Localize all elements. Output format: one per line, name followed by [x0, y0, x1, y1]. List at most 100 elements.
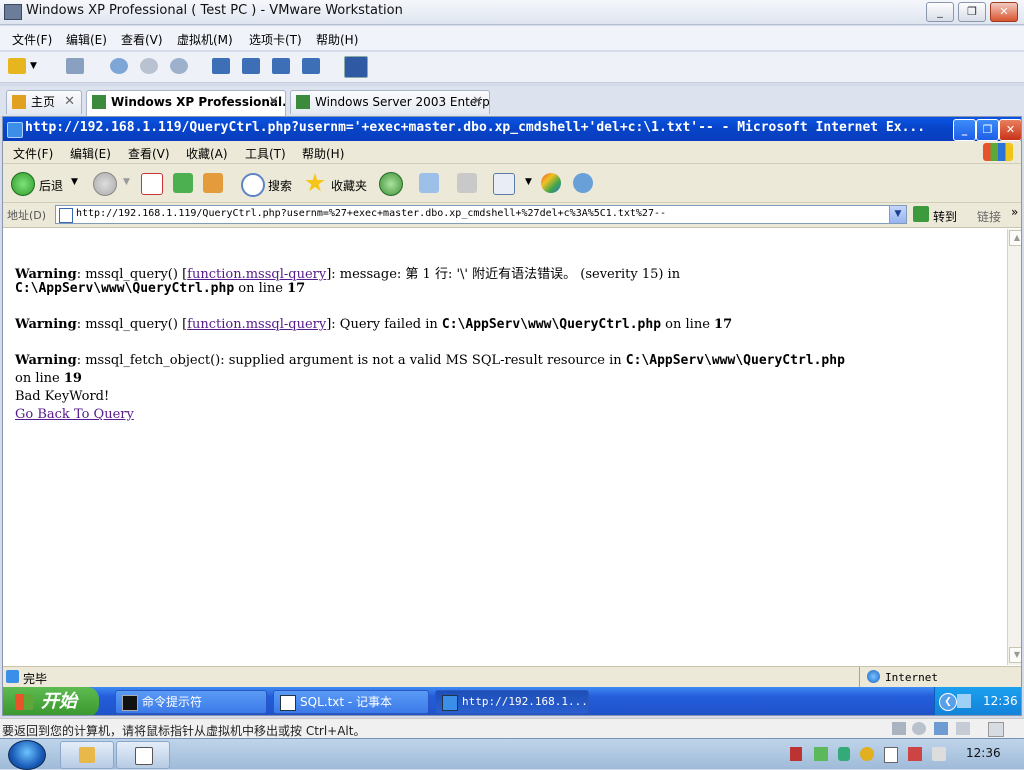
edit-dropdown-icon[interactable]: ▼: [525, 177, 532, 187]
edit-icon[interactable]: [493, 173, 515, 195]
windows-start-orb-icon[interactable]: [8, 740, 46, 770]
guest-screen[interactable]: http://192.168.1.119/QueryCtrl.php?usern…: [2, 116, 1022, 716]
vm-icon: [92, 95, 106, 109]
tab-home[interactable]: 主页 ✕: [6, 90, 82, 114]
usb-icon[interactable]: [956, 722, 970, 735]
usb-tray-icon[interactable]: [884, 747, 898, 763]
function-link[interactable]: function.mssql-query: [187, 317, 326, 332]
menu-file[interactable]: 文件(F): [12, 31, 52, 48]
search-icon[interactable]: [241, 173, 265, 197]
vm-icon: [296, 95, 310, 109]
warning-line-3b: on line 19: [15, 371, 82, 386]
back-button-label[interactable]: 后退: [39, 177, 63, 194]
sidebar-icon[interactable]: [212, 58, 230, 74]
tray-app-icon[interactable]: [814, 747, 828, 761]
links-button[interactable]: 链接: [977, 208, 1001, 225]
minimize-button[interactable]: _: [926, 2, 954, 22]
favorites-star-icon[interactable]: [305, 173, 325, 192]
task-notepad[interactable]: SQL.txt - 记事本: [273, 690, 429, 714]
favorites-button-label[interactable]: 收藏夹: [331, 177, 367, 194]
menu-view[interactable]: 查看(V): [121, 31, 163, 48]
home-icon[interactable]: [203, 173, 223, 193]
tab-windows-xp[interactable]: Windows XP Professional... ✕: [86, 90, 286, 116]
function-link[interactable]: function.mssql-query: [187, 267, 326, 282]
menu-vm[interactable]: 虚拟机(M): [177, 31, 233, 48]
address-input[interactable]: http://192.168.1.119/QueryCtrl.php?usern…: [55, 205, 907, 224]
close-tab-icon[interactable]: ✕: [64, 91, 75, 113]
ie-minimize-button[interactable]: _: [953, 119, 976, 141]
vmware-toolbar: ▼: [0, 52, 1024, 83]
search-button-label[interactable]: 搜索: [268, 177, 292, 194]
home-icon: [12, 95, 26, 109]
address-dropdown-icon[interactable]: ▼: [889, 206, 906, 223]
tray-app-icon[interactable]: [860, 747, 874, 761]
revert-snapshot-icon[interactable]: [140, 58, 158, 74]
vertical-scrollbar[interactable]: ▲ ▼: [1007, 229, 1021, 665]
cdrom-icon[interactable]: [912, 722, 926, 735]
messenger-icon[interactable]: [541, 173, 561, 193]
stop-icon[interactable]: [141, 173, 163, 195]
volume-icon[interactable]: [932, 747, 946, 761]
vmware-tab-bar: 主页 ✕ Windows XP Professional... ✕ Window…: [0, 86, 1024, 116]
history-icon[interactable]: [379, 172, 403, 196]
back-dropdown-icon[interactable]: ▼: [71, 177, 78, 187]
refresh-icon[interactable]: [173, 173, 193, 193]
tray-expand-icon[interactable]: ❮: [939, 693, 957, 711]
full-screen-icon[interactable]: [272, 58, 290, 74]
quick-switch-icon[interactable]: [344, 56, 368, 78]
back-arrow-icon[interactable]: [11, 172, 35, 196]
pause-icon[interactable]: [8, 58, 26, 74]
scroll-down-icon[interactable]: ▼: [1009, 647, 1021, 663]
network-tray-icon[interactable]: [957, 694, 971, 708]
close-tab-icon[interactable]: ✕: [472, 91, 483, 113]
chevron-down-icon[interactable]: ▼: [30, 58, 42, 74]
ie-menu-view[interactable]: 查看(V): [128, 145, 170, 162]
chevron-right-icon[interactable]: »: [1011, 205, 1018, 219]
task-ie-label: http://192.168.1...: [462, 695, 588, 708]
task-cmd[interactable]: 命令提示符: [115, 690, 267, 714]
shield-icon[interactable]: [838, 747, 850, 761]
contacts-icon[interactable]: [573, 173, 593, 193]
forward-dropdown-icon[interactable]: ▼: [123, 177, 130, 187]
unity-icon[interactable]: [302, 58, 320, 74]
start-button[interactable]: 开始: [3, 687, 99, 715]
ie-maximize-button[interactable]: ❐: [976, 119, 999, 141]
tab-windows-server-2003[interactable]: Windows Server 2003 Enterpr... ✕: [290, 90, 490, 114]
forward-arrow-icon[interactable]: [93, 172, 117, 196]
scroll-up-icon[interactable]: ▲: [1009, 230, 1021, 246]
console-view-icon[interactable]: [242, 58, 260, 74]
task-ie[interactable]: http://192.168.1...: [435, 690, 589, 714]
menu-tabs[interactable]: 选项卡(T): [249, 31, 302, 48]
message-log-icon[interactable]: [988, 722, 1004, 737]
network-icon[interactable]: [66, 58, 84, 74]
ie-close-button[interactable]: ✕: [999, 119, 1021, 141]
snapshot-manager-icon[interactable]: [170, 58, 188, 74]
pinned-explorer[interactable]: [60, 741, 114, 769]
tab-windows-xp-label: Windows XP Professional...: [111, 95, 286, 109]
print-icon[interactable]: [457, 173, 477, 193]
close-button[interactable]: ✕: [990, 2, 1018, 22]
mail-icon[interactable]: [419, 173, 439, 193]
close-tab-icon[interactable]: ✕: [268, 91, 279, 113]
network-tray-icon[interactable]: [908, 747, 922, 761]
guest-clock: 12:36: [983, 694, 1018, 708]
hdd-icon[interactable]: [892, 722, 906, 735]
pinned-vmware[interactable]: [116, 741, 170, 769]
ie-menu-file[interactable]: 文件(F): [13, 145, 53, 162]
menu-edit[interactable]: 编辑(E): [66, 31, 107, 48]
menu-help[interactable]: 帮助(H): [316, 31, 358, 48]
go-arrow-icon[interactable]: [913, 206, 929, 222]
ie-menu-favorites[interactable]: 收藏(A): [186, 145, 228, 162]
ie-menu-edit[interactable]: 编辑(E): [70, 145, 111, 162]
ie-menu-help[interactable]: 帮助(H): [302, 145, 344, 162]
snapshot-icon[interactable]: [110, 58, 128, 74]
tab-windows-server-label: Windows Server 2003 Enterpr...: [315, 95, 490, 109]
go-back-link[interactable]: Go Back To Query: [15, 407, 134, 422]
network-adapter-icon[interactable]: [934, 722, 948, 735]
ie-menu-tools[interactable]: 工具(T): [245, 145, 286, 162]
guest-tray: ❮ 12:36: [934, 687, 1021, 715]
address-value[interactable]: http://192.168.1.119/QueryCtrl.php?usern…: [76, 208, 666, 219]
tray-app-icon[interactable]: [790, 747, 802, 761]
go-button[interactable]: 转到: [933, 208, 957, 225]
maximize-button[interactable]: ❐: [958, 2, 986, 22]
